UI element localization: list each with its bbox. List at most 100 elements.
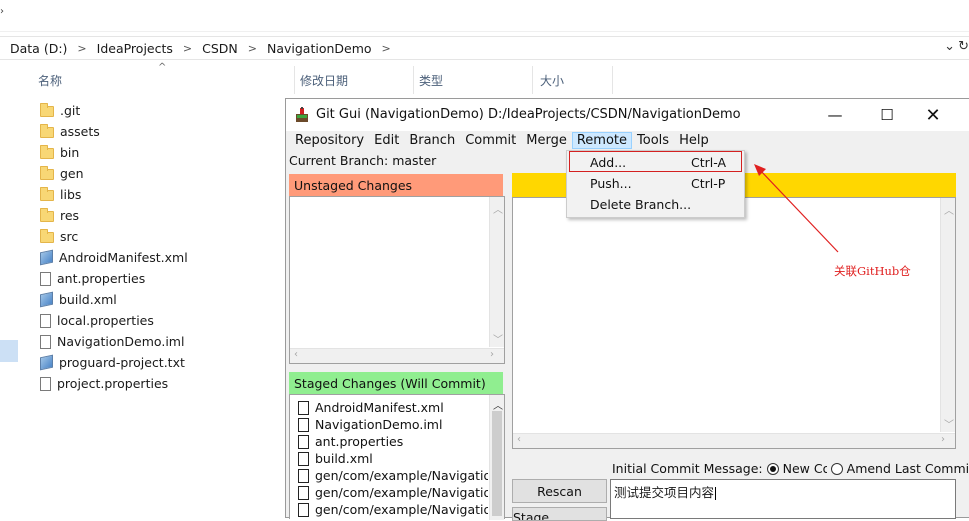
menu-item-delete-branch[interactable]: Delete Branch... (567, 194, 744, 215)
column-divider[interactable] (413, 66, 414, 94)
breadcrumb-ideaprojects[interactable]: IdeaProjects (97, 41, 173, 56)
rescan-button[interactable]: Rescan (512, 479, 607, 503)
xml-file-icon (40, 249, 53, 266)
file-icon (40, 376, 51, 391)
address-bar[interactable]: Data (D:) > IdeaProjects > CSDN > Naviga… (0, 36, 969, 60)
maximize-icon[interactable]: ☐ (864, 103, 910, 127)
menu-edit[interactable]: Edit (369, 132, 404, 149)
breadcrumb-separator-icon[interactable]: > (248, 42, 257, 55)
file-row-libs[interactable]: libs (40, 184, 81, 205)
file-row-src[interactable]: src (40, 226, 78, 247)
diff-vertical-scrollbar[interactable]: ︿ ﹀ (940, 198, 955, 432)
scroll-right-icon[interactable]: › (941, 434, 945, 445)
scroll-down-icon[interactable]: ﹀ (944, 416, 954, 431)
menu-item-shortcut: Ctrl-P (691, 176, 726, 191)
staged-file-item[interactable]: build.xml (298, 450, 488, 467)
scroll-up-icon[interactable]: ︿ (493, 397, 503, 412)
menu-repository[interactable]: Repository (290, 132, 369, 149)
annotation-text: 关联GitHub仓 (834, 264, 911, 278)
file-name: project.properties (57, 376, 169, 391)
file-row-navigationdemo-iml[interactable]: NavigationDemo.iml (40, 331, 184, 352)
unstaged-horizontal-scrollbar[interactable]: ‹ › (290, 348, 504, 363)
menu-commit[interactable]: Commit (460, 132, 521, 149)
menu-remote[interactable]: Remote (571, 131, 633, 149)
commit-message-input[interactable]: 测试提交项目内容 (610, 479, 956, 519)
column-divider[interactable] (532, 66, 533, 94)
diff-viewer[interactable]: ︿ ﹀ ‹ › (512, 197, 956, 449)
address-dropdown-icon[interactable]: ⌄ (944, 39, 955, 54)
file-name: local.properties (57, 313, 154, 328)
file-row-build-xml[interactable]: build.xml (40, 289, 117, 310)
staged-file-item[interactable]: NavigationDemo.iml (298, 416, 488, 433)
file-name: src (60, 229, 79, 244)
menu-help[interactable]: Help (674, 132, 714, 149)
column-header-type[interactable]: 类型 (419, 66, 529, 94)
stage-changed-button[interactable]: Stage Changed (512, 507, 607, 521)
menu-branch[interactable]: Branch (404, 132, 460, 149)
file-name: ant.properties (57, 271, 146, 286)
file-row-local-properties[interactable]: local.properties (40, 310, 154, 331)
column-header-name[interactable]: 名称 (38, 66, 293, 94)
scroll-up-icon[interactable]: ︿ (944, 202, 954, 217)
staged-file-item[interactable]: gen/com/example/NavigationDemo (298, 467, 488, 484)
file-name: AndroidManifest.xml (59, 250, 188, 265)
file-row-proguard[interactable]: proguard-project.txt (40, 352, 185, 373)
scroll-right-icon[interactable]: › (490, 349, 494, 360)
staged-file-item[interactable]: gen/com/example/NavigationDemo (298, 501, 488, 518)
staged-changes-list[interactable]: AndroidManifest.xml NavigationDemo.iml a… (289, 394, 505, 520)
breadcrumb-separator-icon[interactable]: > (183, 42, 192, 55)
file-row-res[interactable]: res (40, 205, 79, 226)
scroll-left-icon[interactable]: ‹ (517, 434, 521, 445)
collapse-chevron-icon[interactable]: › (0, 6, 4, 17)
column-divider[interactable] (294, 66, 295, 94)
column-header-size[interactable]: 大小 (540, 66, 610, 94)
breadcrumb-navigationdemo[interactable]: NavigationDemo (267, 41, 372, 56)
menu-tools[interactable]: Tools (632, 132, 674, 149)
file-icon (298, 400, 309, 415)
folder-icon (40, 228, 54, 243)
file-icon (298, 417, 309, 432)
minimize-icon[interactable]: — (812, 103, 858, 127)
close-icon[interactable]: ✕ (910, 103, 956, 127)
new-commit-label[interactable]: New Commit (783, 461, 827, 476)
file-row-assets[interactable]: assets (40, 121, 100, 142)
folder-icon (40, 102, 54, 117)
unstaged-vertical-scrollbar[interactable]: ︿ ﹀ (489, 197, 504, 347)
xml-file-icon (40, 354, 53, 371)
breadcrumb-csdn[interactable]: CSDN (202, 41, 238, 56)
breadcrumb-separator-icon[interactable]: > (382, 42, 391, 55)
refresh-icon[interactable]: ↻ (958, 39, 969, 54)
amend-commit-radio[interactable] (830, 462, 843, 475)
column-header-date[interactable]: 修改日期 (300, 66, 410, 94)
menu-item-push[interactable]: Push... Ctrl-P (567, 173, 744, 194)
scroll-left-icon[interactable]: ‹ (294, 349, 298, 360)
scroll-down-icon[interactable]: ﹀ (493, 331, 503, 346)
unstaged-changes-list[interactable]: ︿ ﹀ ‹ › (289, 196, 505, 364)
file-name: .git (60, 103, 81, 118)
file-row-git[interactable]: .git (40, 100, 80, 121)
new-commit-radio[interactable] (766, 462, 779, 475)
file-row-bin[interactable]: bin (40, 142, 79, 163)
staged-vertical-scrollbar[interactable]: ︿ (489, 395, 504, 520)
file-icon (298, 468, 309, 483)
git-gui-titlebar[interactable]: Git Gui (NavigationDemo) D:/IdeaProjects… (286, 99, 969, 131)
git-logo-icon (296, 107, 308, 122)
staged-file-item[interactable]: ant.properties (298, 433, 488, 450)
breadcrumb-drive[interactable]: Data (D:) (10, 41, 67, 56)
menu-merge[interactable]: Merge (521, 132, 572, 149)
file-row-androidmanifest[interactable]: AndroidManifest.xml (40, 247, 188, 268)
breadcrumb-separator-icon[interactable]: > (77, 42, 86, 55)
commit-message-text: 测试提交项目内容 (614, 485, 715, 500)
amend-commit-label[interactable]: Amend Last Commit (847, 461, 969, 476)
staged-file-item[interactable]: gen/com/example/NavigationDemo (298, 484, 488, 501)
diff-horizontal-scrollbar[interactable]: ‹ › (513, 433, 955, 448)
column-divider[interactable] (612, 66, 613, 94)
scroll-up-icon[interactable]: ︿ (493, 201, 503, 216)
file-icon (298, 434, 309, 449)
file-row-project-properties[interactable]: project.properties (40, 373, 168, 394)
nav-pane-selection[interactable] (0, 340, 18, 362)
scrollbar-thumb[interactable] (492, 411, 502, 516)
staged-file-item[interactable]: AndroidManifest.xml (298, 399, 488, 416)
file-row-ant-properties[interactable]: ant.properties (40, 268, 145, 289)
file-row-gen[interactable]: gen (40, 163, 84, 184)
